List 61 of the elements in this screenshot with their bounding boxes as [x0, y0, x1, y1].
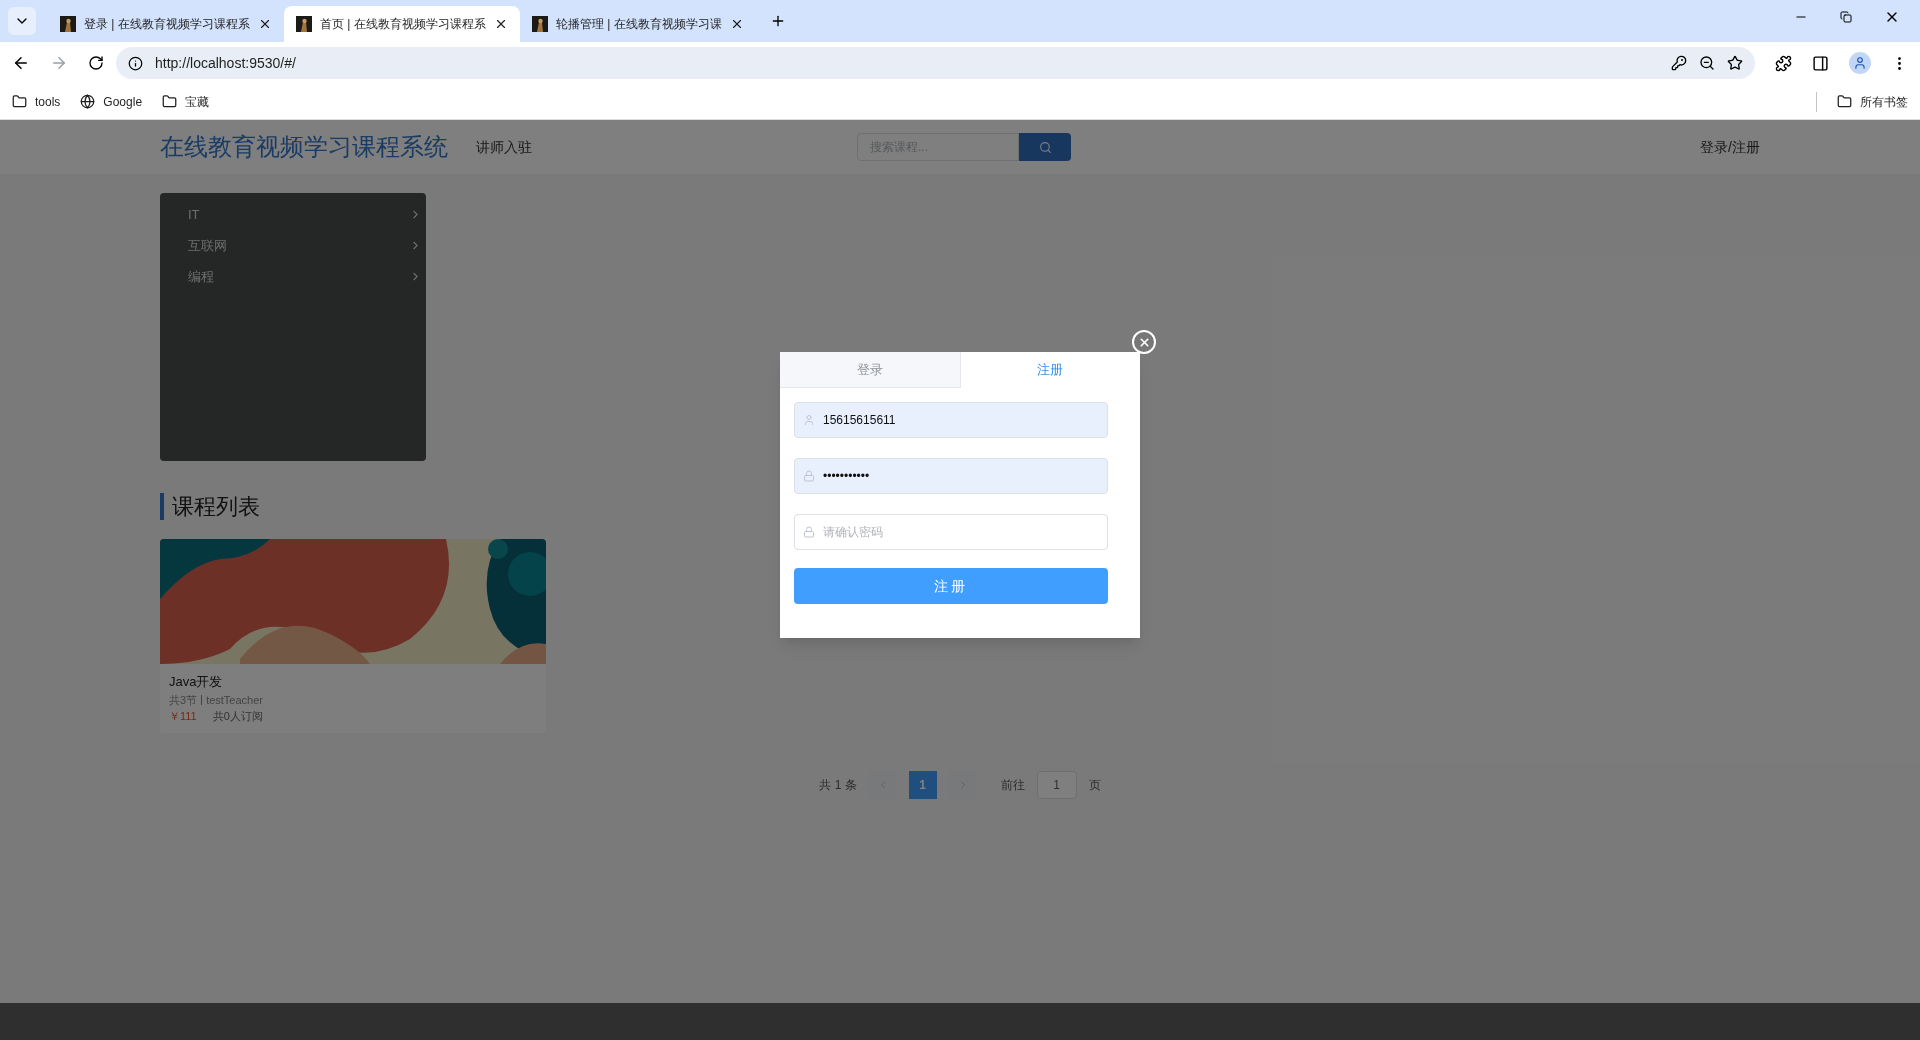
restore-icon[interactable]: [1840, 11, 1852, 23]
goto-label: 前往: [1000, 776, 1025, 794]
bookmark-item[interactable]: 所有书签: [1837, 92, 1908, 111]
subscriber-count: 共0人订阅: [212, 709, 263, 724]
close-icon[interactable]: [494, 17, 508, 31]
bookmark-item[interactable]: tools: [12, 92, 61, 111]
course-title: Java开发: [169, 673, 224, 691]
nav-link[interactable]: 讲师入驻: [476, 136, 532, 158]
input-field[interactable]: 15615615611: [794, 402, 1108, 438]
back-icon[interactable]: [12, 54, 30, 72]
bookmark-star-icon[interactable]: [1727, 55, 1743, 71]
tab-list-button[interactable]: [8, 7, 36, 35]
close-icon[interactable]: [258, 17, 272, 31]
page-input[interactable]: 1: [1036, 770, 1077, 799]
tab-title: 首页 | 在线教育视频学习课程系: [320, 16, 486, 33]
url-text: http://localhost:9530/#/: [155, 53, 296, 73]
dialog-tab[interactable]: 注册: [960, 352, 1140, 388]
profile-avatar[interactable]: [1849, 52, 1871, 74]
close-icon[interactable]: [730, 17, 744, 31]
info-icon: [128, 55, 143, 71]
dialog-tab[interactable]: 登录: [780, 352, 961, 388]
login-link[interactable]: 登录/注册: [1700, 136, 1760, 158]
lock-icon: [803, 526, 815, 538]
extensions-icon[interactable]: [1775, 54, 1792, 72]
reload-icon[interactable]: [88, 55, 104, 71]
teacher-name: testTeacher: [206, 692, 263, 708]
folder-icon: [1837, 94, 1852, 109]
folder-icon: [12, 94, 27, 109]
key-icon[interactable]: [1671, 55, 1687, 71]
browser-tab[interactable]: 轮播管理 | 在线教育视频学习课: [520, 6, 756, 42]
register-button[interactable]: 注册: [794, 568, 1108, 604]
globe-icon: [80, 94, 96, 109]
course-price: ￥111: [169, 709, 197, 724]
browser-tab[interactable]: 首页 | 在线教育视频学习课程系: [284, 6, 520, 42]
user-icon: [803, 414, 815, 426]
side-panel-icon[interactable]: [1812, 54, 1829, 72]
bookmark-item[interactable]: Google: [80, 92, 143, 111]
browser-tab[interactable]: 登录 | 在线教育视频学习课程系: [48, 6, 284, 42]
forward-icon[interactable]: [50, 54, 68, 72]
section-title: 课程列表: [172, 493, 260, 521]
total-count: 共 1 条: [819, 776, 857, 794]
favicon-icon: [296, 16, 312, 32]
zoom-icon[interactable]: [1699, 55, 1715, 71]
close-button[interactable]: [1132, 330, 1156, 354]
address-bar[interactable]: http://localhost:9530/#/: [116, 47, 1755, 79]
bookmark-item[interactable]: 宝藏: [162, 92, 210, 111]
category-item[interactable]: IT: [160, 199, 426, 230]
input-field[interactable]: •••••••••••: [794, 458, 1108, 494]
favicon-icon: [532, 16, 548, 32]
category-item[interactable]: 编程: [160, 261, 426, 292]
lock-icon: [803, 470, 815, 482]
tab-title: 登录 | 在线教育视频学习课程系: [84, 16, 250, 33]
tab-title: 轮播管理 | 在线教育视频学习课: [556, 16, 722, 33]
folder-icon: [162, 94, 178, 109]
plus-icon: [770, 13, 786, 29]
site-logo[interactable]: 在线教育视频学习课程系统: [160, 129, 448, 165]
page-suffix: 页: [1088, 776, 1101, 794]
favicon-icon: [60, 16, 76, 32]
search-icon: [1038, 140, 1052, 154]
close-icon: [1137, 335, 1151, 349]
category-item[interactable]: 互联网: [160, 230, 426, 261]
